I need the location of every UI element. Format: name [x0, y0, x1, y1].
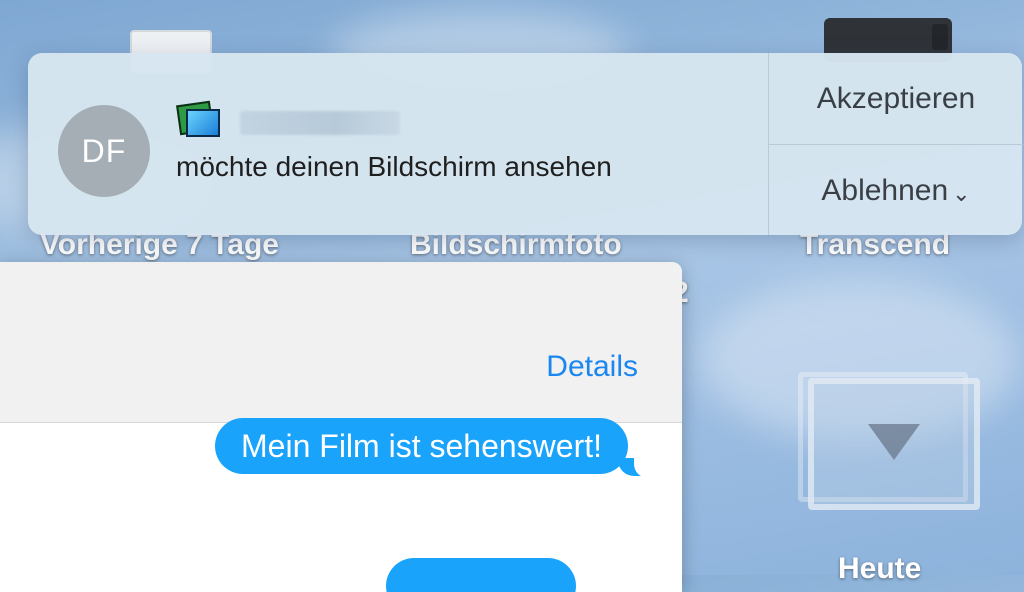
screen-sharing-icon [176, 100, 220, 137]
desktop-label-heute[interactable]: Heute [838, 552, 921, 586]
redacted-sender-name [240, 111, 400, 135]
decline-label: Ablehnen [821, 173, 949, 207]
sent-message-bubble[interactable]: Mein Film ist sehenswert! [215, 418, 628, 474]
details-button[interactable]: Details [546, 350, 638, 384]
chevron-down-icon[interactable]: ⌄ [952, 181, 970, 207]
messages-window: Details Mein Film ist sehenswert! [0, 262, 682, 592]
notification-actions: Akzeptieren Ablehnen ⌄ [768, 53, 1023, 235]
notification-message: möchte deinen Bildschirm ansehen [176, 151, 612, 182]
decline-button[interactable]: Ablehnen ⌄ [769, 145, 1023, 236]
download-arrow-icon [868, 424, 920, 460]
conversation-header: Details [0, 262, 682, 423]
accept-button[interactable]: Akzeptieren [769, 53, 1023, 145]
downloads-folder-icon[interactable] [798, 372, 980, 510]
sent-message-bubble-partial[interactable] [386, 558, 576, 592]
avatar: DF [58, 105, 150, 197]
screen-share-notification: DF möchte deinen Bildschirm ansehen Akze… [28, 53, 1023, 235]
accept-label: Akzeptieren [816, 81, 976, 115]
